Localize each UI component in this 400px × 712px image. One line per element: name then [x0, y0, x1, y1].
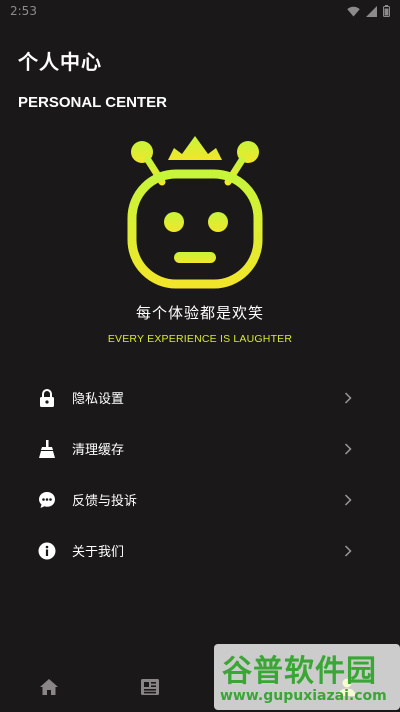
- page-subtitle: PERSONAL CENTER: [18, 94, 167, 111]
- slogan-english: EVERY EXPERIENCE IS LAUGHTER: [107, 333, 293, 345]
- home-icon: [40, 679, 58, 695]
- settings-menu: 隐私设置 清理缓存 反馈与投诉 关于我们: [0, 372, 400, 576]
- menu-item-feedback[interactable]: 反馈与投诉: [0, 474, 400, 525]
- watermark: 谷普软件园 www.gupuxiazai.com: [214, 644, 400, 710]
- chat-bubble-icon: [38, 491, 56, 509]
- status-bar: 2:53: [0, 0, 400, 22]
- broom-icon: [38, 439, 56, 458]
- menu-item-privacy-settings[interactable]: 隐私设置: [0, 372, 400, 423]
- chevron-right-icon: [344, 391, 354, 405]
- chevron-right-icon: [344, 442, 354, 456]
- news-icon: [141, 679, 159, 695]
- watermark-text: 谷普软件园: [222, 654, 377, 689]
- menu-item-clear-cache[interactable]: 清理缓存: [0, 423, 400, 474]
- menu-item-label: 清理缓存: [72, 443, 125, 458]
- menu-item-label: 反馈与投诉: [72, 494, 138, 509]
- chevron-right-icon: [344, 544, 354, 558]
- wifi-icon: [347, 6, 360, 16]
- chevron-right-icon: [344, 493, 354, 507]
- personal-center-screen: 2:53 个人中心 PERSONAL CENTER 每个体验都是欢笑 EVERY…: [0, 0, 400, 712]
- robot-crown-mascot-icon: [127, 136, 263, 289]
- menu-item-label: 关于我们: [72, 545, 125, 560]
- nav-news-button[interactable]: [139, 676, 161, 698]
- menu-item-about-us[interactable]: 关于我们: [0, 525, 400, 576]
- menu-item-label: 隐私设置: [72, 392, 125, 407]
- lock-icon: [38, 388, 56, 407]
- info-icon: [38, 542, 56, 560]
- watermark-url: www.gupuxiazai.com: [220, 688, 387, 704]
- page-title: 个人中心: [18, 50, 102, 74]
- nav-home-button[interactable]: [38, 676, 60, 698]
- status-icons: [347, 5, 390, 17]
- signal-icon: [366, 5, 377, 17]
- slogan-chinese: 每个体验都是欢笑: [135, 304, 264, 322]
- battery-icon: [383, 5, 390, 17]
- status-time: 2:53: [10, 4, 37, 18]
